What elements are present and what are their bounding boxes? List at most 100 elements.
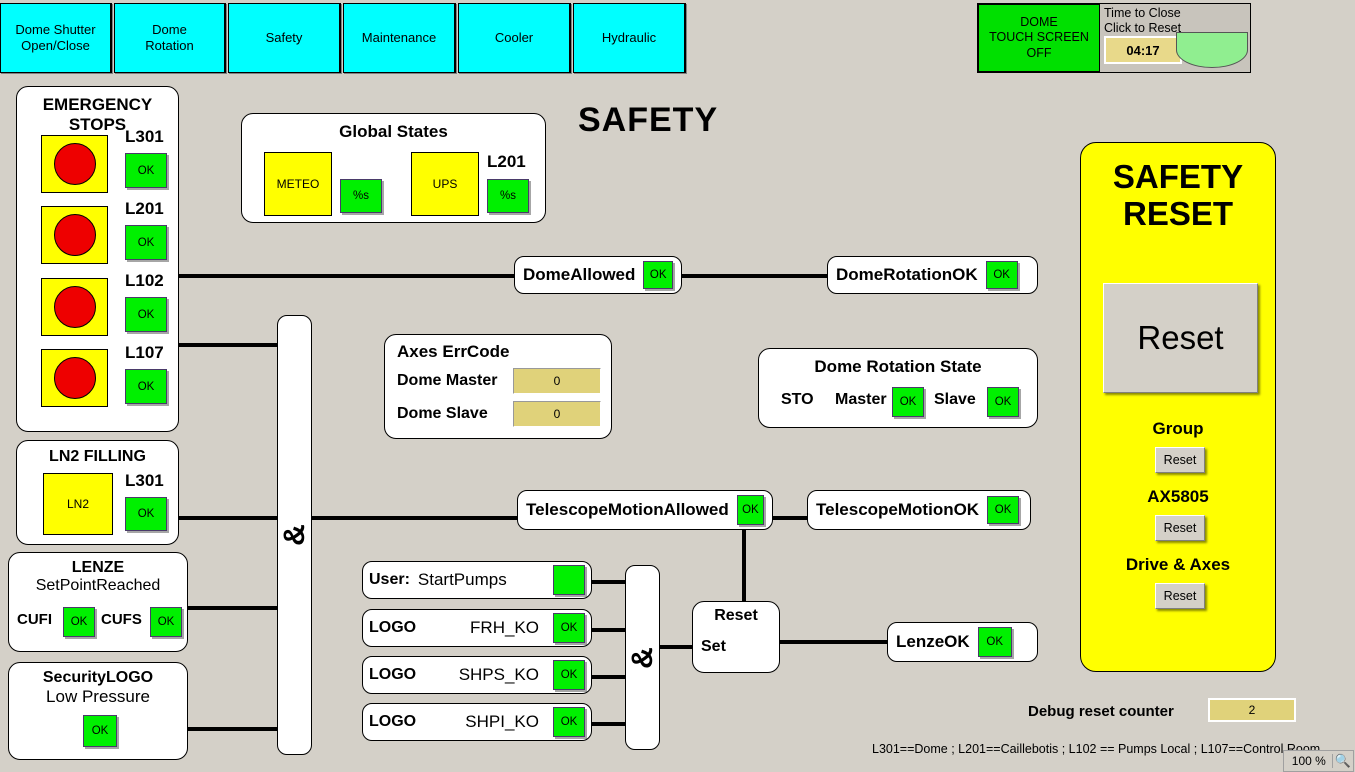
tab-hydraulic[interactable]: Hydraulic (573, 3, 686, 73)
tab-dome-rotation[interactable]: Dome Rotation (114, 3, 226, 73)
axes-errcode-row-value: 0 (513, 401, 601, 427)
close-timer-value[interactable]: 04:17 (1104, 36, 1182, 64)
estop-status-l102: OK (125, 297, 167, 332)
safety-reset-panel: SAFETY RESET Reset Group Reset AX5805 Res… (1080, 142, 1276, 672)
estop-status-l201: OK (125, 225, 167, 260)
logic-input-status: OK (553, 613, 585, 643)
lenze-ok-label: LenzeOK (896, 632, 970, 651)
estop-status-l301: OK (125, 153, 167, 188)
wire-estop-to-and1 (176, 343, 286, 347)
slave-label: Slave (934, 391, 976, 408)
drive-axes-label: Drive & Axes (1125, 555, 1231, 574)
magnifier-icon[interactable]: 🔍 (1335, 753, 1351, 769)
estop-button-l107[interactable] (41, 349, 108, 407)
tab-label: Hydraulic (601, 29, 657, 45)
dome-rotation-state-panel: Dome Rotation State STO Master OK Slave … (758, 348, 1038, 428)
axes-errcode-title: Axes ErrCode (397, 342, 510, 361)
logic-input-logo-shps-ko: LOGO SHPS_KO OK (362, 656, 592, 694)
dome-touch-screen-label: DOME TOUCH SCREEN OFF (989, 14, 1089, 60)
logic-input-prefix: LOGO (369, 619, 417, 636)
telescope-motion-allowed-status: OK (736, 495, 764, 525)
dome-rotation-ok-status: OK (985, 261, 1018, 289)
estop-status-l107: OK (125, 369, 167, 404)
dome-rotation-ok-label: DomeRotationOK (836, 265, 978, 284)
telescope-motion-ok-status: OK (987, 496, 1020, 524)
tab-label: Cooler (494, 29, 534, 45)
ups-status: %s (487, 179, 529, 213)
lenze-cufs-status: OK (150, 607, 182, 637)
lenze-cufs-label: CUFS (101, 611, 142, 628)
security-logo-title: SecurityLOGO (42, 669, 154, 686)
logic-input-logo-frh-ko: LOGO FRH_KO OK (362, 609, 592, 647)
ln2-filling-title: LN2 FILLING (49, 448, 146, 465)
page-title: SAFETY (578, 101, 719, 139)
group-reset-button[interactable]: Reset (1155, 447, 1205, 473)
tab-dome-shutter[interactable]: Dome Shutter Open/Close (0, 3, 112, 73)
ups-indicator: UPS (411, 152, 479, 216)
security-logo-panel: SecurityLOGO Low Pressure OK (8, 662, 188, 760)
wire-ln2-to-and1 (176, 516, 286, 520)
wire-tma-down-to-reset (742, 528, 746, 602)
lenze-ok-box: LenzeOK OK (887, 622, 1038, 662)
lenze-cufi-label: CUFI (17, 611, 52, 628)
dome-rotation-ok-box: DomeRotationOK OK (827, 256, 1038, 294)
estop-button-l102[interactable] (41, 278, 108, 336)
logic-input-status (553, 565, 585, 595)
tab-safety[interactable]: Safety (228, 3, 341, 73)
rs-latch-set-label: Set (701, 638, 726, 655)
estop-lamp-icon (53, 357, 96, 399)
lenze-subtitle: SetPointReached (35, 577, 161, 594)
telescope-motion-allowed-label: TelescopeMotionAllowed (526, 500, 729, 519)
estop-lamp-icon (53, 214, 96, 256)
lenze-title: LENZE (71, 559, 125, 576)
wire-tma-to-tmok (772, 516, 810, 520)
wire-shps-to-and2 (592, 675, 628, 679)
lenze-cufi-status: OK (63, 607, 95, 637)
estop-lamp-icon (53, 143, 96, 185)
wire-and1-out (310, 516, 520, 520)
axes-errcode-row-value: 0 (513, 368, 601, 394)
drive-axes-reset-button[interactable]: Reset (1155, 583, 1205, 609)
estop-button-l201[interactable] (41, 206, 108, 264)
time-to-close-label: Time to Close (1104, 6, 1181, 20)
zoom-level-label: 100 % (1286, 754, 1333, 768)
time-to-close-group: Time to Close Click to Reset 04:17 (1100, 4, 1250, 72)
security-logo-status: OK (83, 715, 117, 747)
dome-touch-screen-toggle[interactable]: DOME TOUCH SCREEN OFF (978, 4, 1100, 72)
security-logo-subtitle: Low Pressure (46, 687, 150, 706)
global-states-panel: Global States METEO %s UPS L201 %s (241, 113, 546, 223)
wire-security-to-and1 (176, 727, 286, 731)
debug-reset-counter-value: 2 (1208, 698, 1296, 722)
meteo-status: %s (340, 179, 382, 213)
tab-cooler[interactable]: Cooler (458, 3, 571, 73)
safety-reset-title: SAFETY RESET (1112, 158, 1244, 232)
logic-input-label: StartPumps (417, 570, 507, 589)
estop-button-l301[interactable] (41, 135, 108, 193)
telescope-motion-ok-label: TelescopeMotionOK (816, 500, 980, 519)
dome-allowed-label: DomeAllowed (523, 265, 636, 284)
zoom-status-indicator: 100 % 🔍 (1282, 750, 1354, 772)
dome-rotation-state-title: Dome Rotation State (814, 357, 982, 376)
and-gate-2: & (625, 565, 660, 750)
meteo-indicator: METEO (264, 152, 332, 216)
wire-latch-to-lenzeok (779, 640, 889, 644)
estop-label-l107: L107 (125, 343, 164, 362)
ln2-filling-panel: LN2 FILLING LN2 L301 OK (16, 440, 179, 545)
slave-status: OK (987, 387, 1019, 417)
wire-user-to-and2 (592, 580, 628, 584)
dome-half-circle-icon[interactable] (1176, 32, 1248, 68)
dome-allowed-box: DomeAllowed OK (514, 256, 682, 294)
ups-id-label: L201 (487, 152, 526, 171)
wire-domeallowed-to-domerotationok (676, 274, 831, 278)
tab-maintenance[interactable]: Maintenance (343, 3, 456, 73)
lenze-ok-status: OK (977, 627, 1012, 657)
ax5805-label: AX5805 (1147, 487, 1209, 506)
ax5805-reset-button[interactable]: Reset (1155, 515, 1205, 541)
dome-allowed-status: OK (643, 261, 673, 289)
and-gate-symbol: & (277, 524, 311, 546)
logic-input-label: SHPS_KO (458, 665, 539, 684)
estop-label-l102: L102 (125, 271, 164, 290)
safety-reset-main-button[interactable]: Reset (1103, 283, 1258, 393)
logic-input-prefix: LOGO (369, 713, 417, 730)
group-label: Group (1152, 419, 1204, 438)
